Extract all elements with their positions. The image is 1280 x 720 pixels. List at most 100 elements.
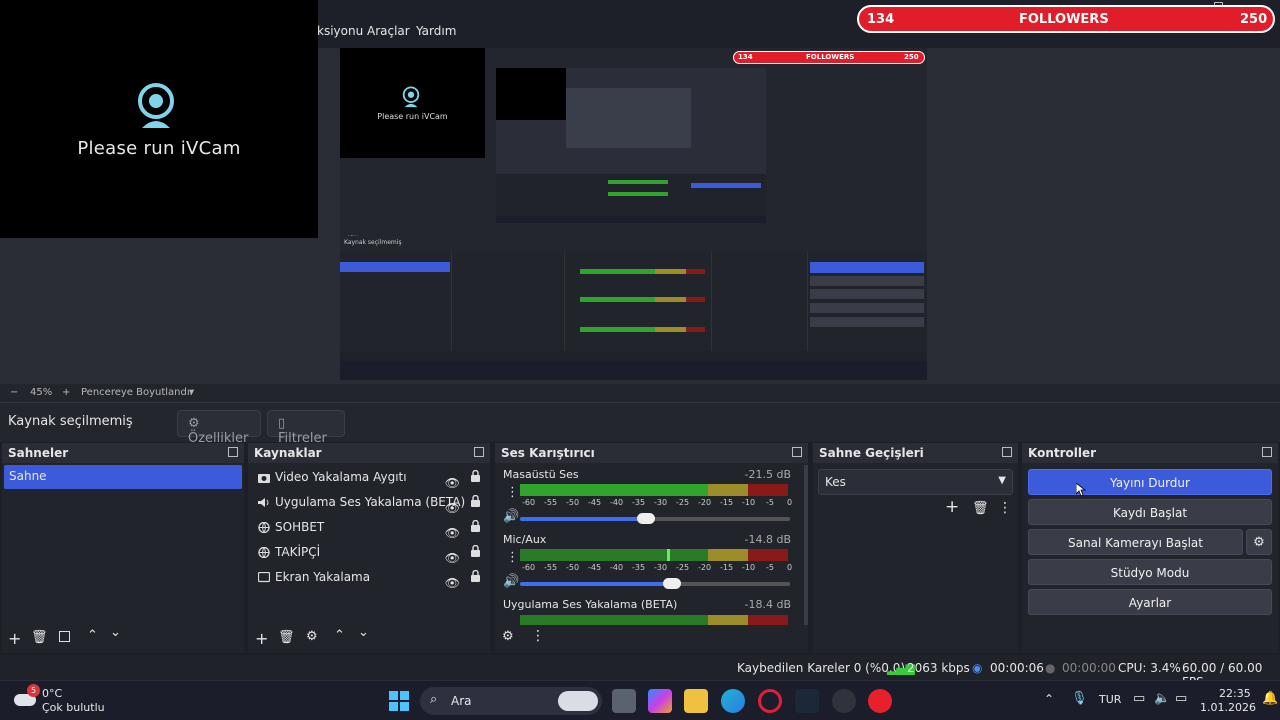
volume-meter bbox=[520, 484, 788, 496]
popout-icon[interactable] bbox=[1002, 447, 1012, 457]
sources-title-text: Kaynaklar bbox=[254, 446, 322, 460]
speaker-icon[interactable]: 🔊 bbox=[503, 509, 519, 524]
weather-widget[interactable]: 5 bbox=[14, 684, 40, 710]
nested-statusbar bbox=[340, 351, 927, 361]
lock-icon[interactable] bbox=[471, 495, 480, 507]
popout-icon[interactable] bbox=[228, 447, 238, 457]
more-options-icon[interactable]: ⋮ bbox=[506, 550, 519, 565]
clock-time[interactable]: 22:35 bbox=[1219, 687, 1251, 700]
network-icon[interactable]: ▭ bbox=[1133, 691, 1145, 706]
scenes-title-text: Sahneler bbox=[8, 446, 69, 460]
yandex-browser-icon[interactable] bbox=[868, 689, 892, 713]
properties-button[interactable]: ⚙ Özellikler bbox=[177, 410, 261, 446]
filters-button[interactable]: ▯ Filtreler bbox=[267, 410, 345, 446]
add-icon[interactable]: + bbox=[945, 497, 959, 517]
edge-icon[interactable] bbox=[721, 689, 745, 713]
program-preview[interactable]: Please run iVCam 134 FOLLOWERS 250 45% K… bbox=[340, 48, 927, 380]
lock-icon[interactable] bbox=[471, 520, 480, 532]
controls-dock: Kontroller Yayını Durdur Kaydı Başlat Sa… bbox=[1022, 443, 1278, 653]
nested-followers-goal: 250 bbox=[904, 53, 919, 61]
more-options-icon[interactable]: ⋮ bbox=[998, 500, 1012, 516]
cpu-usage: CPU: 3.4% bbox=[1118, 661, 1181, 675]
sources-title: Kaynaklar bbox=[248, 443, 490, 463]
volume-slider-mic[interactable] bbox=[520, 578, 790, 589]
start-virtual-camera-button[interactable]: Sanal Kamerayı Başlat bbox=[1028, 529, 1243, 555]
source-label: Ekran Yakalama bbox=[275, 570, 371, 584]
scene-item-label: Sahne bbox=[9, 469, 47, 483]
zoom-value: 45% bbox=[30, 387, 53, 398]
menu-item-help[interactable]: Yardım bbox=[416, 24, 456, 38]
file-explorer-icon[interactable] bbox=[684, 689, 708, 713]
dropped-frames: Kaybedilen Kareler 0 (%0.0) bbox=[737, 661, 906, 675]
copilot-icon[interactable] bbox=[648, 689, 672, 713]
taskbar-search[interactable]: ⌕ Ara bbox=[420, 687, 602, 715]
followers-label: FOLLOWERS bbox=[1019, 12, 1109, 27]
windows-start-icon[interactable] bbox=[389, 691, 409, 711]
source-item-video-capture[interactable]: Video Yakalama Aygıtı 👁 bbox=[248, 465, 490, 490]
webcam-icon bbox=[138, 83, 174, 128]
move-up-icon[interactable]: ⌃ bbox=[334, 628, 345, 643]
virtual-camera-settings-gear-icon[interactable]: ⚙ bbox=[1246, 529, 1272, 555]
zoom-in-button[interactable]: + bbox=[62, 387, 70, 398]
opera-icon[interactable] bbox=[758, 689, 782, 713]
move-down-icon[interactable]: ⌄ bbox=[358, 625, 369, 640]
followers-current: 134 bbox=[867, 12, 895, 27]
weather-desc: Çok bulutlu bbox=[42, 701, 105, 714]
gear-icon[interactable]: ⚙ bbox=[306, 629, 318, 644]
zoom-bar: − 45% + Pencereye Boyutlandır ▾ bbox=[0, 384, 1280, 402]
more-options-icon[interactable]: ⋮ bbox=[506, 485, 519, 500]
notification-bell-icon[interactable]: 🔔 bbox=[1262, 691, 1278, 706]
channel-db: -18.4 dB bbox=[744, 598, 792, 611]
more-options-icon[interactable]: ⋮ bbox=[531, 628, 545, 644]
obs-icon[interactable] bbox=[832, 689, 856, 713]
move-up-icon[interactable]: ⌃ bbox=[87, 628, 98, 643]
chevron-up-icon[interactable]: ⌃ bbox=[1044, 692, 1054, 706]
lock-icon[interactable] bbox=[471, 545, 480, 557]
gear-icon[interactable]: ⚙ bbox=[502, 629, 514, 644]
studio-mode-button[interactable]: Stüdyo Modu bbox=[1028, 559, 1272, 585]
scenes-toolbar: + 🗑 ⌃ ⌄ bbox=[2, 625, 244, 653]
trash-icon[interactable]: 🗑 bbox=[31, 630, 48, 645]
trash-icon[interactable]: 🗑 bbox=[278, 630, 295, 645]
add-icon[interactable]: + bbox=[8, 629, 21, 648]
scene-item-sahne[interactable]: Sahne bbox=[4, 465, 242, 489]
add-icon[interactable]: + bbox=[255, 629, 268, 648]
task-view-icon[interactable] bbox=[612, 689, 636, 713]
zoom-out-button[interactable]: − bbox=[10, 387, 18, 398]
source-status: Kaynak seçilmemiş bbox=[8, 414, 133, 429]
popout-icon[interactable] bbox=[474, 447, 484, 457]
volume-icon[interactable]: 🔈 bbox=[1154, 691, 1170, 706]
speaker-icon[interactable]: 🔊 bbox=[503, 574, 519, 589]
language-indicator[interactable]: TUR bbox=[1099, 693, 1121, 706]
stop-streaming-button[interactable]: Yayını Durdur bbox=[1028, 469, 1272, 495]
microphone-icon[interactable]: 🎙 bbox=[1071, 691, 1088, 706]
chevron-down-icon[interactable]: ▾ bbox=[189, 387, 194, 398]
mixer-scrollbar[interactable] bbox=[804, 465, 808, 625]
nested-followers-label: FOLLOWERS bbox=[806, 53, 855, 61]
source-item-app-audio[interactable]: Uygulama Ses Yakalama (BETA) 👁 bbox=[248, 490, 490, 515]
nested-src-status: Kaynak seçilmemiş bbox=[344, 239, 402, 246]
globe-icon bbox=[258, 547, 270, 558]
menu-item-tools[interactable]: Araçlar bbox=[367, 24, 410, 38]
menu-item-tools-partial[interactable]: ksiyonu bbox=[317, 24, 363, 38]
start-recording-button[interactable]: Kaydı Başlat bbox=[1028, 499, 1272, 525]
filter-icon[interactable] bbox=[59, 631, 70, 642]
followers-goal: 250 bbox=[1240, 12, 1268, 27]
steam-icon[interactable] bbox=[795, 689, 819, 713]
move-down-icon[interactable]: ⌄ bbox=[110, 625, 121, 640]
source-item-follower[interactable]: TAKİPÇİ 👁 bbox=[248, 540, 490, 565]
transition-select[interactable]: Kes ▼ bbox=[818, 469, 1013, 495]
source-item-screen-capture[interactable]: Ekran Yakalama 👁 bbox=[248, 565, 490, 590]
eye-icon[interactable]: 👁 bbox=[445, 571, 460, 596]
clock-date[interactable]: 1.01.2026 bbox=[1200, 701, 1256, 714]
popout-icon[interactable] bbox=[792, 447, 802, 457]
source-item-chat[interactable]: SOHBET 👁 bbox=[248, 515, 490, 540]
lock-icon[interactable] bbox=[471, 570, 480, 582]
battery-icon[interactable]: ▭ bbox=[1175, 691, 1187, 706]
settings-button[interactable]: Ayarlar bbox=[1028, 589, 1272, 615]
lock-icon[interactable] bbox=[471, 470, 480, 482]
trash-icon[interactable]: 🗑 bbox=[972, 501, 989, 516]
popout-icon[interactable] bbox=[1262, 447, 1272, 457]
volume-slider-desktop[interactable] bbox=[520, 513, 790, 524]
fit-to-window[interactable]: Pencereye Boyutlandır bbox=[81, 387, 194, 398]
